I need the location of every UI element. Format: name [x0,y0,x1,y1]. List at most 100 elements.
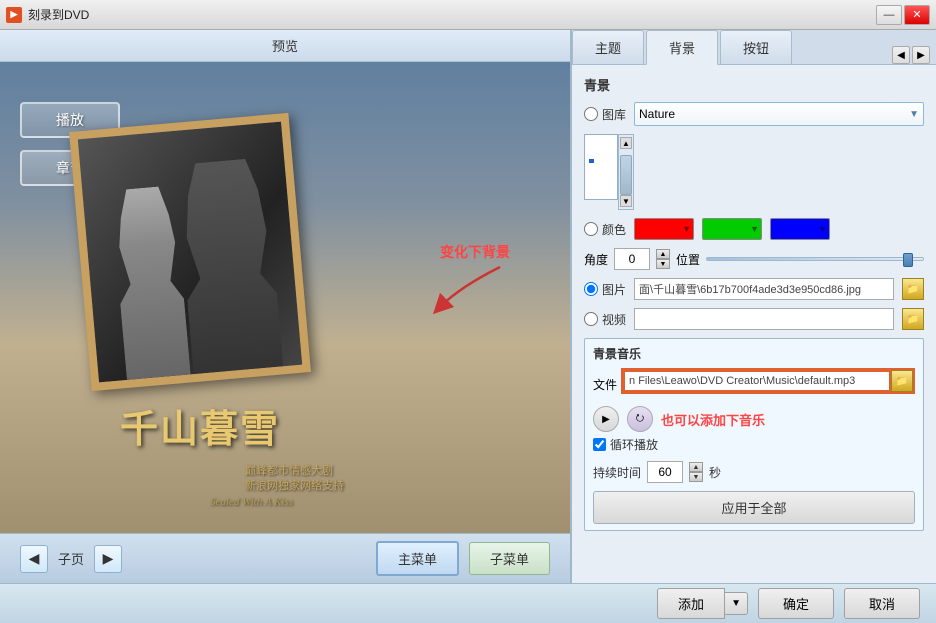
minimize-button[interactable]: — [876,5,902,25]
thumb-trees[interactable] [608,159,613,163]
color-row: 颜色 ▼ ▼ ▼ [584,218,924,240]
duration-down-button[interactable]: ▼ [689,472,703,482]
color-label: 颜色 [602,221,626,238]
preview-header: 预览 [0,30,570,62]
sub-menu-button[interactable]: 子菜单 [469,542,550,575]
preview-subtitle3: Sealed With A Kiss [210,496,293,508]
close-button[interactable]: ✕ [904,5,930,25]
cancel-button[interactable]: 取消 [844,588,920,619]
main-menu-button[interactable]: 主菜单 [376,541,459,576]
position-slider[interactable] [706,257,924,261]
music-section-label: 青景音乐 [593,345,915,362]
nav-bar: ◀ 子页 ▶ 主菜单 子菜单 [0,533,570,583]
nav-prev-button[interactable]: ◀ [20,545,48,573]
image-label: 图片 [602,281,626,298]
photo-frame [69,113,311,391]
duration-input[interactable] [647,461,683,483]
angle-spinners: ▲ ▼ [656,249,670,269]
preview-area: 播放 章节 千山暮雪 巅峰都市情感大剧 新浪网独家网络支持 Sealed Wit… [0,62,570,533]
thumb-forest[interactable] [598,139,603,143]
apply-all-button[interactable]: 应用于全部 [593,491,915,524]
angle-label: 角度 [584,251,608,268]
library-dropdown[interactable]: Nature ▼ [634,102,924,126]
right-content: 青景 图库 Nature ▼ [572,65,936,583]
video-label: 视频 [602,311,626,328]
preview-subtitle2: 新浪网独家网络支持 [245,477,344,493]
color-radio-label[interactable]: 颜色 [584,221,626,238]
add-button[interactable]: 添加 [657,588,725,619]
dropdown-arrow-icon: ▼ [909,109,919,120]
thumbnail-scrollbar[interactable]: ▲ ▼ [618,134,634,210]
video-radio[interactable] [584,312,598,326]
playback-row: ▶ ⭮ 也可以添加下音乐 [593,406,915,432]
loop-checkbox[interactable] [593,438,606,451]
music-file-input-wrapper: n Files\Leawo\DVD Creator\Music\default.… [621,368,915,394]
image-path-text: 面\千山暮雪\6b17b700f4ade3d3e950cd86.jpg [639,281,861,297]
thumbnail-grid [584,134,618,200]
left-panel: 预览 播放 章节 千山暮雪 巅峰都市情感大剧 新浪网独家网络支持 Sealed … [0,30,572,583]
slider-thumb [903,253,913,267]
arrow-svg [430,257,510,317]
position-label: 位置 [676,251,700,268]
video-radio-label[interactable]: 视频 [584,311,626,328]
thumb-sky[interactable] [589,139,594,143]
preview-title: 千山暮雪 [120,398,280,453]
silhouette-male [170,157,288,375]
color-picker-green[interactable]: ▼ [702,218,762,240]
duration-up-button[interactable]: ▲ [689,462,703,472]
library-radio[interactable] [584,107,598,121]
thumb-beach[interactable] [589,159,594,163]
color-picker-blue[interactable]: ▼ [770,218,830,240]
scrollbar-thumb [620,155,632,195]
stop-button[interactable]: ⭮ [627,406,653,432]
tabs-row: 主题 背景 按钮 ◀ ▶ [572,30,936,65]
music-annotation: 也可以添加下音乐 [661,410,765,429]
tab-nav-prev[interactable]: ◀ [892,46,910,64]
subpage-label: 子页 [58,549,84,568]
add-button-group: 添加 ▼ [657,588,748,619]
add-dropdown-arrow[interactable]: ▼ [725,592,748,615]
thumb-water[interactable] [598,159,603,163]
tab-background[interactable]: 背景 [646,30,718,65]
tab-nav: ◀ ▶ [892,46,936,64]
duration-row: 持续时间 ▲ ▼ 秒 [593,461,915,483]
titlebar: ▶ 刻录到DVD — ✕ [0,0,936,30]
preview-subtitle1: 巅峰都市情感大剧 [245,462,333,478]
music-browse-button[interactable]: 📁 [891,370,913,392]
thumb-field[interactable] [608,139,613,143]
music-file-row: 文件 n Files\Leawo\DVD Creator\Music\defau… [593,368,915,400]
color-radio[interactable] [584,222,598,236]
library-label: 图库 [602,106,626,123]
thumb-blue[interactable] [589,179,594,183]
image-browse-button[interactable]: 📁 [902,278,924,300]
angle-down-button[interactable]: ▼ [656,259,670,269]
photo-inner [78,122,302,383]
duration-spinners: ▲ ▼ [689,462,703,482]
tab-theme[interactable]: 主题 [572,30,644,64]
image-radio[interactable] [584,282,598,296]
app-icon: ▶ [6,7,22,23]
right-panel: 主题 背景 按钮 ◀ ▶ 青景 图库 Nature ▼ [572,30,936,583]
angle-input[interactable] [614,248,650,270]
window-controls: — ✕ [876,5,930,25]
nav-next-button[interactable]: ▶ [94,545,122,573]
loop-label: 循环播放 [610,436,658,453]
video-browse-button[interactable]: 📁 [902,308,924,330]
silhouette-female [102,184,198,380]
thumbnail-container: ▲ ▼ [584,134,924,210]
tab-button[interactable]: 按钮 [720,30,792,64]
image-radio-label[interactable]: 图片 [584,281,626,298]
library-radio-label[interactable]: 图库 [584,106,626,123]
main-area: 预览 播放 章节 千山暮雪 巅峰都市情感大剧 新浪网独家网络支持 Sealed … [0,30,936,583]
video-row: 视频 📁 [584,308,924,330]
confirm-button[interactable]: 确定 [758,588,834,619]
image-row: 图片 面\千山暮雪\6b17b700f4ade3d3e950cd86.jpg 📁 [584,278,924,300]
music-file-label: 文件 [593,376,617,393]
color-picker-red[interactable]: ▼ [634,218,694,240]
duration-unit: 秒 [709,464,721,481]
play-button[interactable]: ▶ [593,406,619,432]
angle-up-button[interactable]: ▲ [656,249,670,259]
tab-nav-next[interactable]: ▶ [912,46,930,64]
bottom-bar: 添加 ▼ 确定 取消 [0,583,936,623]
window-title: 刻录到DVD [28,6,876,23]
